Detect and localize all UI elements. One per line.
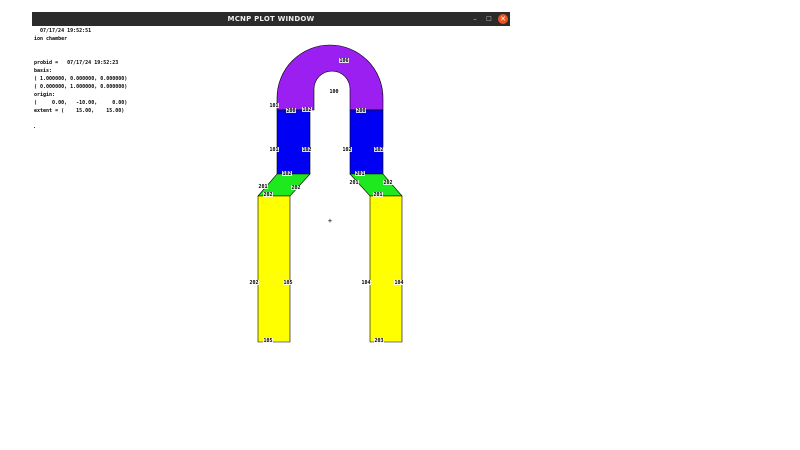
cell-number: 201: [373, 192, 382, 198]
cell-number: 203: [374, 338, 383, 344]
cell-number: 102: [302, 147, 311, 153]
window-title: MCNP PLOT WINDOW: [227, 15, 315, 23]
cell-label: 201: [373, 192, 383, 198]
cell-number: 101: [269, 147, 278, 153]
left-lower-leg: [257, 195, 291, 343]
right-upper-leg: [349, 109, 384, 175]
cell-number: 201: [355, 171, 364, 177]
cell-label: 102: [342, 147, 352, 153]
cell-number: 105: [263, 338, 272, 344]
cell-label: 202: [383, 180, 393, 186]
cell-label: 201: [349, 180, 359, 186]
cell-label: 200: [286, 108, 296, 114]
cell-number: 201: [349, 180, 358, 186]
cell-number: 102: [302, 107, 311, 113]
cell-number: 200: [356, 108, 365, 114]
cell-number: 201: [258, 184, 267, 190]
cell-number: 202: [249, 280, 258, 286]
cell-number: 102: [282, 171, 291, 177]
cell-number: 202: [383, 180, 392, 186]
close-button[interactable]: ✕: [498, 14, 508, 24]
left-upper-leg: [276, 109, 311, 175]
cell-label: 102: [282, 171, 292, 177]
cell-label: 106: [339, 58, 349, 64]
cell-label: 102: [374, 147, 384, 153]
cell-number: 102: [374, 147, 383, 153]
minimize-button[interactable]: –: [470, 14, 480, 24]
cell-number: 104: [394, 280, 403, 286]
cell-label: 101: [269, 147, 279, 153]
cell-label: 201: [258, 184, 268, 190]
arch-region: [276, 44, 384, 111]
cell-number: 202: [263, 192, 272, 198]
geometry-plot[interactable]: + 106100101200 102 200101 102 102 102102 20120…: [32, 26, 510, 350]
cell-number: 203: [32, 26, 37, 28]
cell-number: 106: [339, 58, 348, 64]
mcnp-plot-window: MCNP PLOT WINDOW – □ ✕ 07/17/24 19:52:51…: [32, 12, 510, 350]
cell-number: 104: [361, 280, 370, 286]
cell-label: 203: [374, 338, 384, 344]
right-lower-leg: [369, 195, 403, 343]
cell-number: 101: [269, 103, 278, 109]
plot-origin-crosshair: +: [328, 217, 332, 225]
cell-label: 105: [263, 338, 273, 344]
cell-number: 100: [329, 89, 338, 95]
cell-label: 202: [249, 280, 259, 286]
cell-label: 102: [302, 107, 312, 113]
cell-label: 100: [329, 89, 339, 95]
title-bar[interactable]: MCNP PLOT WINDOW – □ ✕: [32, 12, 510, 26]
cell-label: 104: [394, 280, 404, 286]
cell-number: 102: [342, 147, 351, 153]
cell-label: 202: [263, 192, 273, 198]
cell-label: 105: [283, 280, 293, 286]
cell-label: 202: [291, 185, 301, 191]
cell-label: 203: [32, 26, 37, 28]
maximize-button[interactable]: □: [484, 14, 494, 24]
cell-label: 200: [356, 108, 366, 114]
cell-label: 102: [302, 147, 312, 153]
cell-number: 202: [291, 185, 300, 191]
cell-label: 104: [361, 280, 371, 286]
cell-number: 105: [283, 280, 292, 286]
cell-label: 101: [269, 103, 279, 109]
plot-canvas[interactable]: 07/17/24 19:52:51 ion chamber probid = 0…: [32, 26, 510, 350]
cell-number: 200: [286, 108, 295, 114]
cell-label: 201: [355, 171, 365, 177]
